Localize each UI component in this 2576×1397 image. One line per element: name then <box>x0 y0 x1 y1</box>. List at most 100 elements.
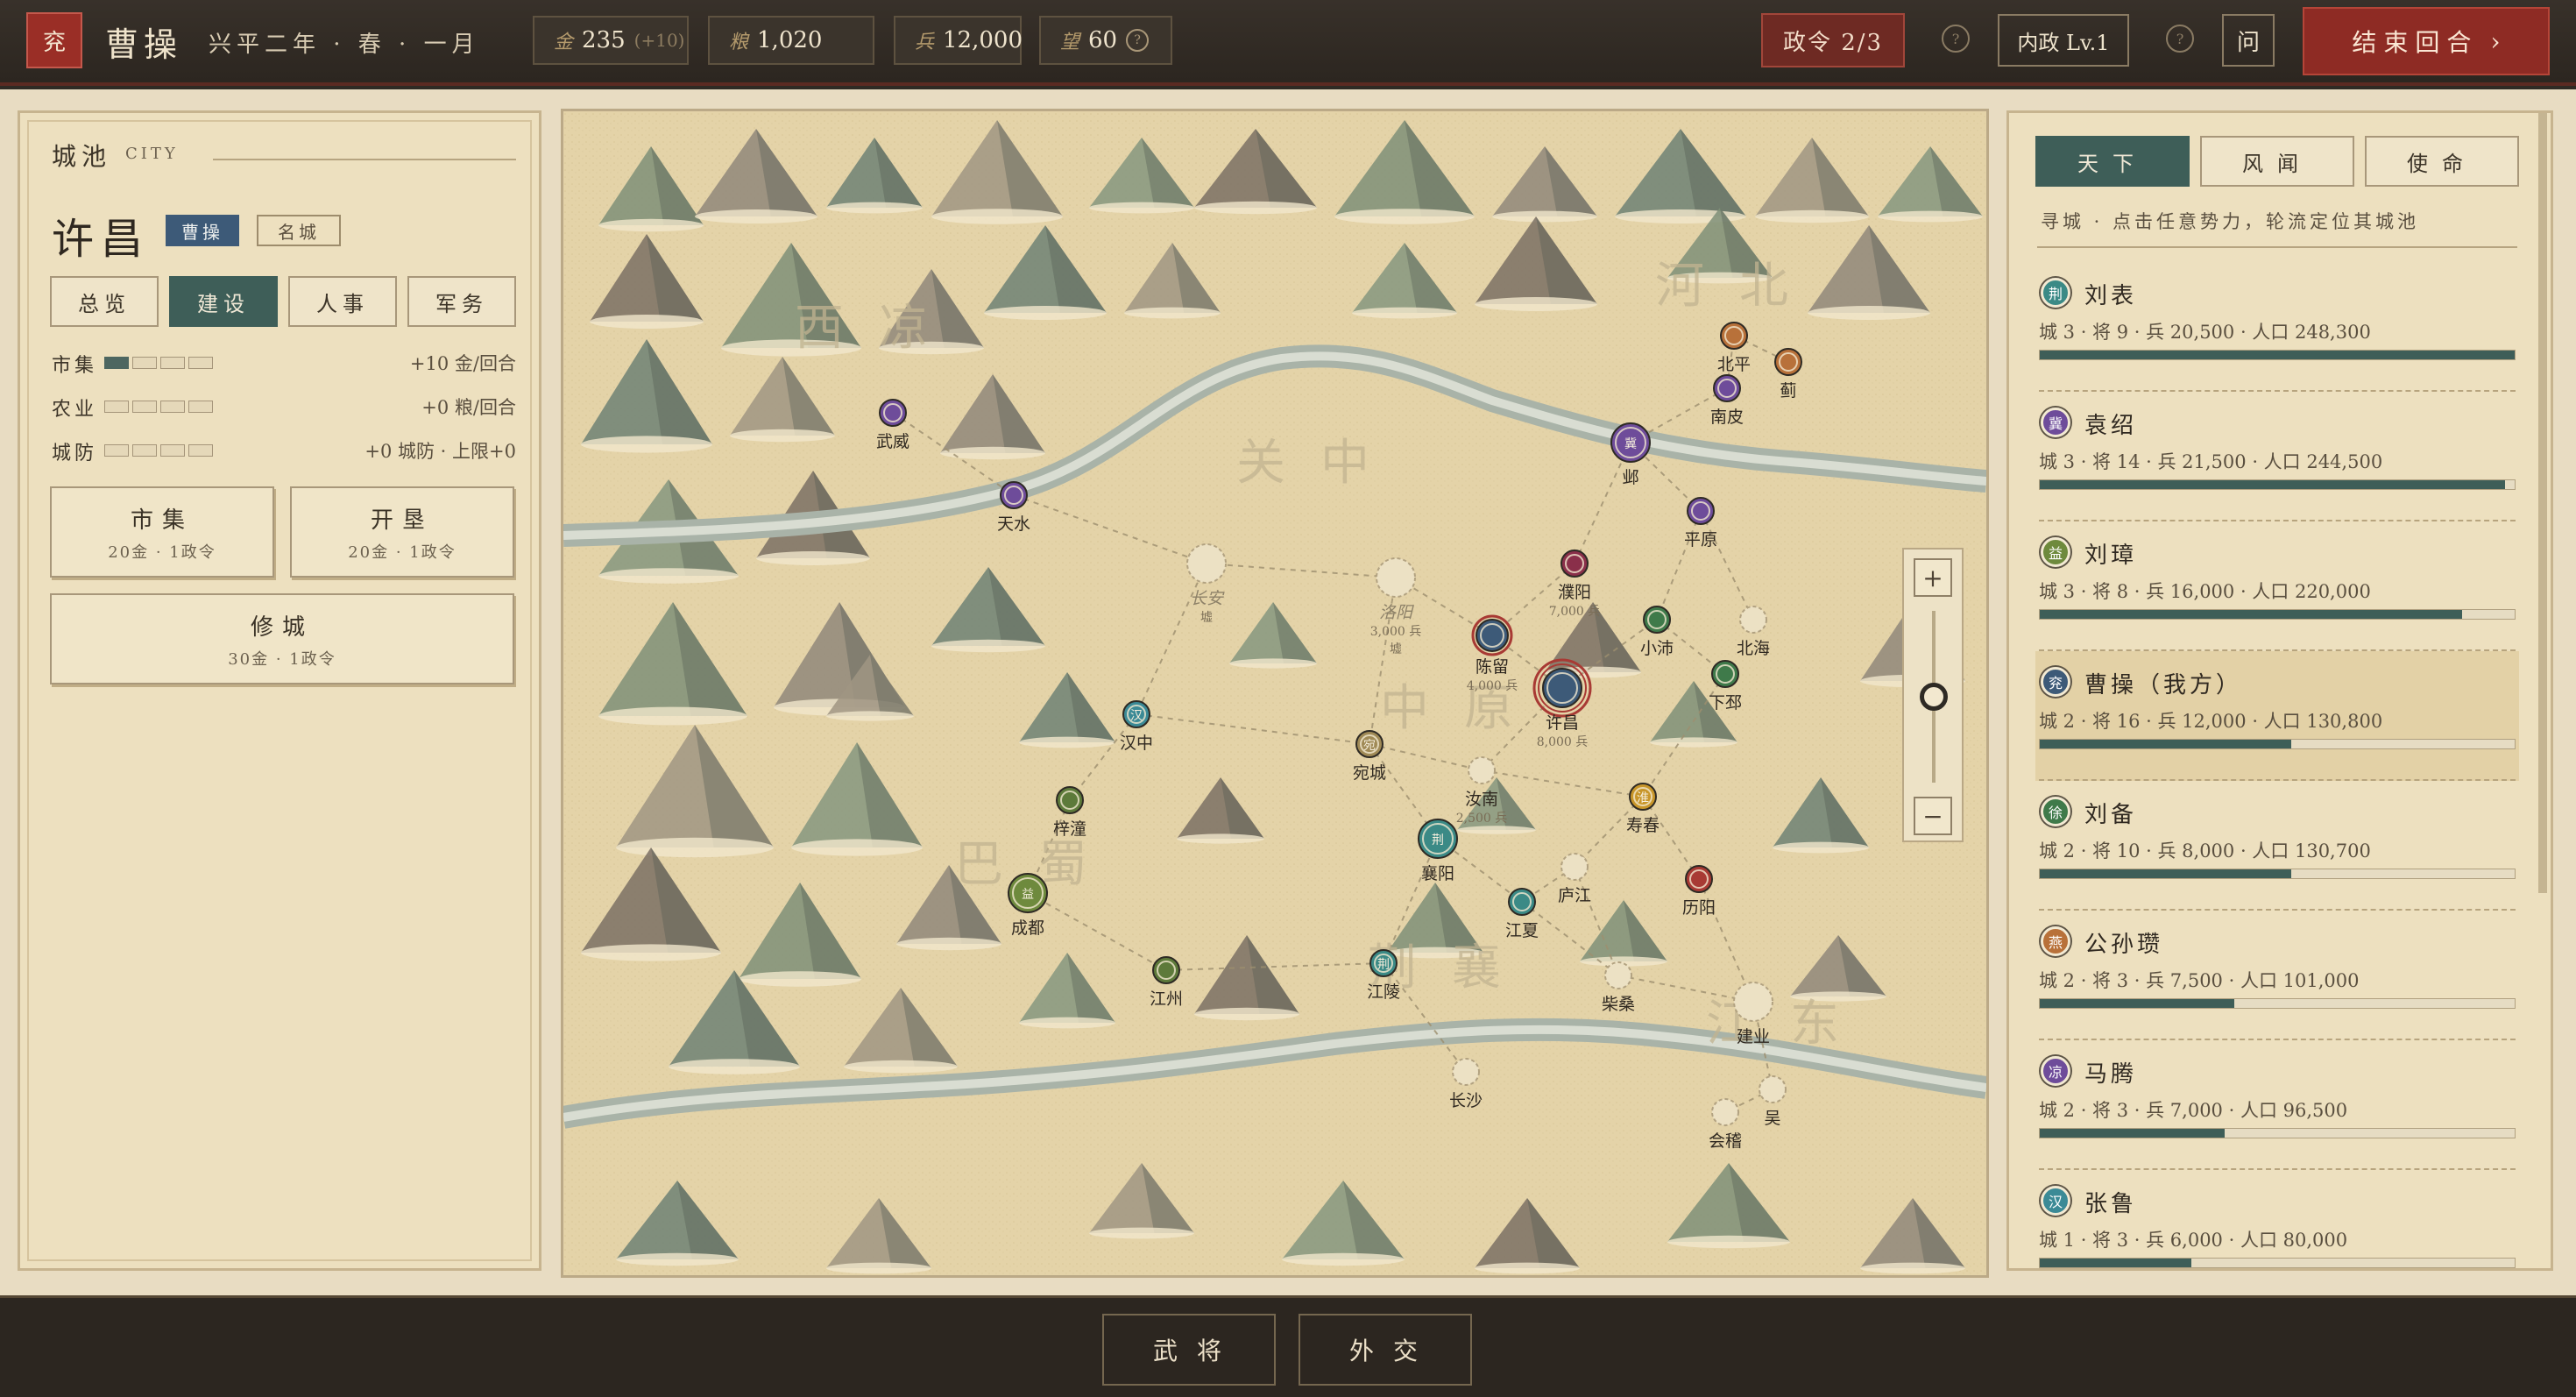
faction-stats: 城 2 · 将 16 · 兵 12,000 · 人口 130,800 <box>2039 711 2383 732</box>
troops-value: 12,000 <box>943 27 1023 53</box>
city-marker-jianye[interactable]: 建业 <box>1733 982 1773 1046</box>
faction-row[interactable]: 凉马腾城 2 · 将 3 · 兵 7,000 · 人口 96,500 <box>2035 1040 2519 1170</box>
troops-label: 兵 <box>915 32 935 53</box>
city-name: 江夏 <box>1505 921 1539 940</box>
tab-build[interactable]: 建设 <box>169 276 278 327</box>
gold-value: 235 <box>582 27 626 53</box>
city-name: 邺 <box>1622 468 1638 487</box>
faction-emblem-icon: 凉 <box>2041 1056 2070 1086</box>
city-marker-xiangyang[interactable]: 荆襄阳 <box>1418 819 1458 883</box>
stat-label: 城防 <box>52 443 98 464</box>
diplomacy-button[interactable]: 外交 <box>1299 1314 1472 1386</box>
generals-button[interactable]: 武将 <box>1102 1314 1276 1386</box>
region-label: 关中 <box>1236 435 1405 492</box>
faction-strength-bar <box>2039 479 2516 490</box>
faction-row[interactable]: 兖曹操（我方） 城 2 · 将 16 · 兵 12,000 · 人口 130,80… <box>2035 651 2519 781</box>
faction-row[interactable]: 汉张鲁城 1 · 将 3 · 兵 6,000 · 人口 80,000 <box>2035 1170 2519 1268</box>
city-glyph: 荆 <box>1432 833 1444 847</box>
end-turn-button[interactable]: 结束回合 › <box>2303 7 2550 75</box>
region-label: 江东 <box>1706 996 1874 1053</box>
game-date: 兴平二年 · 春 · 一月 <box>209 32 480 58</box>
title-divider <box>213 159 516 160</box>
city-note: 7,000 兵 <box>1549 605 1601 619</box>
city-name: 许昌 <box>52 215 151 264</box>
repair-walls-button[interactable]: 修城 30金 · 1政令 <box>50 593 514 684</box>
tab-overview[interactable]: 总览 <box>50 276 159 327</box>
faction-stats: 城 2 · 将 3 · 兵 7,000 · 人口 96,500 <box>2039 1100 2348 1121</box>
ask-button[interactable]: 问 <box>2222 14 2275 67</box>
admin-help-icon[interactable]: ? <box>2166 25 2194 53</box>
button-title: 市集 <box>130 507 194 534</box>
button-cost: 30金 · 1政令 <box>228 649 336 669</box>
build-market-button[interactable]: 市集 20金 · 1政令 <box>50 486 274 578</box>
city-name: 襄阳 <box>1421 864 1454 883</box>
city-name: 柴桑 <box>1602 995 1635 1014</box>
faction-row[interactable]: 徐刘备城 2 · 将 10 · 兵 8,000 · 人口 130,700 <box>2035 781 2519 911</box>
city-marker-chengdu[interactable]: 益成都 <box>1008 873 1048 938</box>
prestige-resource: 望 60 ? <box>1039 16 1172 65</box>
city-glyph: 宛 <box>1363 739 1376 753</box>
faction-row[interactable]: 冀袁绍城 3 · 将 14 · 兵 21,500 · 人口 244,500 <box>2035 392 2519 521</box>
map-canvas[interactable]: 西凉河北关中中原巴蜀荆襄江东 武威天水长安墟 洛阳3,000 兵墟汉汉中梓潼益成都… <box>563 111 1986 1275</box>
city-name: 历阳 <box>1682 898 1716 918</box>
city-name: 汉中 <box>1120 734 1153 753</box>
zoom-control: + − <box>1902 548 1964 842</box>
city-note: 8,000 兵 <box>1537 735 1589 749</box>
faction-row[interactable]: 荆刘表城 3 · 将 9 · 兵 20,500 · 人口 248,300 <box>2035 262 2519 392</box>
city-name: 长安 <box>1190 589 1225 608</box>
city-name: 武威 <box>876 432 909 451</box>
zoom-slider-handle[interactable] <box>1920 683 1948 711</box>
faction-stats: 城 3 · 将 8 · 兵 16,000 · 人口 220,000 <box>2039 581 2371 602</box>
faction-name: 曹操（我方） <box>2084 672 2243 698</box>
admin-level-button[interactable]: 内政 Lv.1 <box>1998 14 2129 67</box>
stat-defense: 城防 +0 城防 · 上限+0 <box>52 436 516 465</box>
panel-hint: 寻城 · 点击任意势力，轮流定位其城池 <box>2041 211 2420 232</box>
gold-label: 金 <box>554 32 574 53</box>
level-bar <box>104 401 213 413</box>
tab-world[interactable]: 天下 <box>2035 136 2190 187</box>
faction-emblem-icon: 冀 <box>2041 408 2070 437</box>
faction-row[interactable]: 益刘璋城 3 · 将 8 · 兵 16,000 · 人口 220,000 <box>2035 521 2519 651</box>
stat-label: 市集 <box>52 355 98 377</box>
zoom-out-button[interactable]: − <box>1914 797 1952 835</box>
tab-missions[interactable]: 使命 <box>2365 136 2519 187</box>
city-name: 宛城 <box>1353 763 1386 783</box>
world-map[interactable]: 西凉 河北 关中 中原 巴蜀 荆襄 江东 武威 天水 长安墟洛阳 3,000 兵墟汉汉中 梓潼益成都… <box>561 109 1989 1278</box>
button-title: 开垦 <box>370 507 434 534</box>
city-glyph: 冀 <box>1624 437 1637 451</box>
city-name: 吴 <box>1764 1109 1780 1128</box>
city-panel: 城池 CITY 许昌 曹操 名城 总览 建设 人事 军务 市集 +10 金/回合… <box>18 110 541 1271</box>
prestige-info-icon[interactable]: ? <box>1126 29 1150 52</box>
zoom-in-button[interactable]: + <box>1914 558 1952 597</box>
stat-market: 市集 +10 金/回合 <box>52 348 516 378</box>
actions-help-icon[interactable]: ? <box>1942 25 1970 53</box>
stat-agriculture: 农业 +0 粮/回合 <box>52 392 516 422</box>
world-panel: 天下 风闻 使命 寻城 · 点击任意势力，轮流定位其城池 荆刘表城 3 · 将 … <box>2006 110 2553 1271</box>
chevron-right-icon: › <box>2490 26 2501 56</box>
owner-badge: 曹操 <box>166 215 239 246</box>
city-name: 成都 <box>1011 918 1044 938</box>
tab-military[interactable]: 军务 <box>407 276 516 327</box>
faction-emblem-icon: 燕 <box>2041 926 2070 956</box>
hint-divider <box>2037 246 2517 248</box>
faction-stats: 城 2 · 将 3 · 兵 7,500 · 人口 101,000 <box>2039 970 2360 991</box>
city-glyph: 淮 <box>1637 791 1649 805</box>
tab-personnel[interactable]: 人事 <box>288 276 397 327</box>
city-name: 平原 <box>1684 530 1717 550</box>
top-bar: 兖 曹操 兴平二年 · 春 · 一月 金 235 (+10) 粮 1,020 兵… <box>0 0 2576 86</box>
neutral-city-icon <box>1604 961 1632 989</box>
grain-label: 粮 <box>729 32 749 53</box>
stat-value: +0 粮/回合 <box>421 397 516 418</box>
faction-name: 张鲁 <box>2084 1191 2138 1217</box>
faction-name: 刘备 <box>2084 802 2138 828</box>
faction-strength-bar <box>2039 869 2516 879</box>
level-bar <box>104 444 213 457</box>
city-name: 汝南 <box>1465 790 1498 809</box>
player-name: 曹操 <box>105 25 183 64</box>
build-farm-button[interactable]: 开垦 20金 · 1政令 <box>290 486 514 578</box>
scrollbar[interactable] <box>2538 113 2547 893</box>
gold-income: (+10) <box>633 30 685 51</box>
city-name: 蓟 <box>1780 381 1796 401</box>
tab-rumors[interactable]: 风闻 <box>2200 136 2354 187</box>
faction-row[interactable]: 燕公孙瓒城 2 · 将 3 · 兵 7,500 · 人口 101,000 <box>2035 911 2519 1040</box>
